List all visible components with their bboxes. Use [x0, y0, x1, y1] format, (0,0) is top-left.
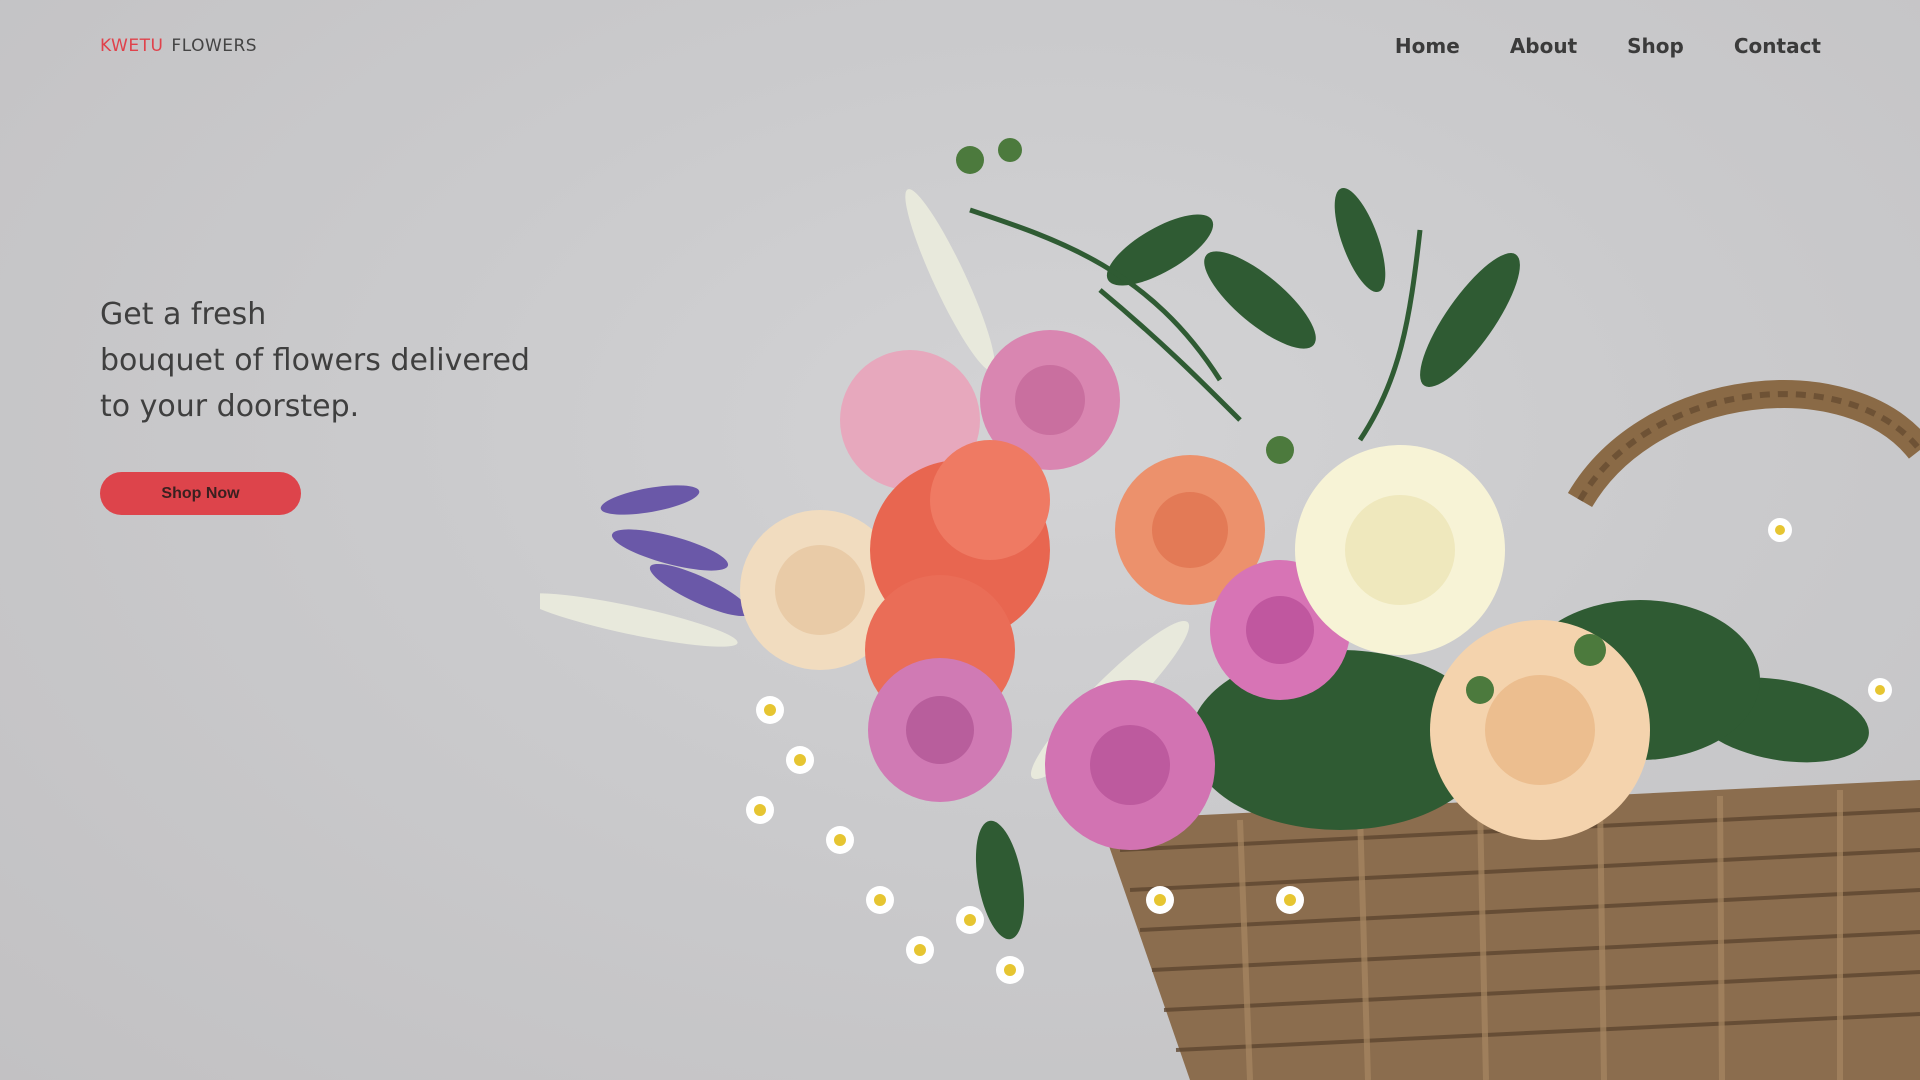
bouquet-image — [540, 138, 1920, 1080]
shop-now-button[interactable]: Shop Now — [100, 472, 301, 515]
main-nav: Home About Shop Contact — [1395, 34, 1821, 58]
nav-contact-link[interactable]: Contact — [1734, 34, 1821, 58]
hero-heading: Get a fresh bouquet of flowers delivered… — [100, 292, 560, 430]
logo-text: FLOWERS — [171, 36, 258, 56]
hero-line: to your doorstep. — [100, 389, 360, 424]
nav-home-link[interactable]: Home — [1395, 34, 1460, 58]
nav-shop-link[interactable]: Shop — [1627, 34, 1684, 58]
landing-page: KWETU FLOWERS Home About Shop Contact Get… — [0, 0, 1920, 1080]
hero-line: Get a fresh — [100, 297, 267, 332]
logo-brand: KWETU — [100, 36, 164, 56]
logo[interactable]: KWETU FLOWERS — [100, 36, 257, 56]
nav-about-link[interactable]: About — [1510, 34, 1577, 58]
hero-line: bouquet of flowers delivered — [100, 343, 530, 378]
